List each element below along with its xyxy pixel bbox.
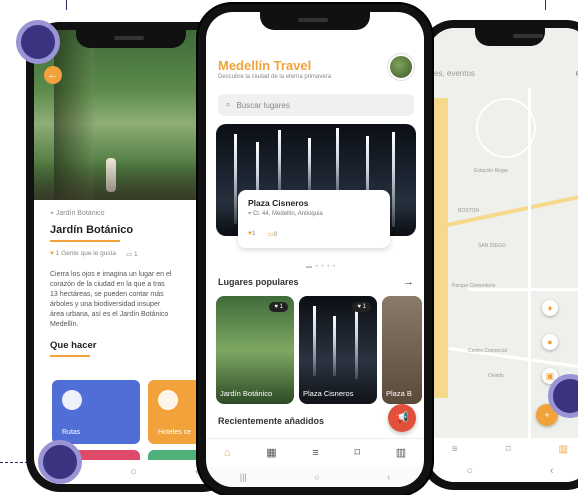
arrow-right-icon[interactable]: → (403, 276, 414, 288)
comments-meta[interactable]: ▭ 1 (126, 250, 138, 258)
mic-icon[interactable]: ♦ (542, 300, 558, 316)
bookmark-icon[interactable]: ⌑ (506, 444, 511, 455)
featured-address-text: Cl. 44, Medellín, Antioquia (253, 211, 323, 217)
app-title: Medellín Travel (218, 58, 312, 73)
light-pole (392, 132, 395, 227)
popular-card[interactable]: Plaza B (382, 296, 422, 404)
system-nav: ○ ‹ (428, 460, 578, 482)
likes-meta[interactable]: ♥ 1 Gente que le gusta (50, 250, 116, 258)
popular-card[interactable]: ♥ 1 Plaza Cisneros (299, 296, 377, 404)
guide-line-top-left (66, 0, 67, 10)
map-search[interactable]: es, eventos ⊕ (428, 62, 578, 84)
back-nav-icon[interactable]: ‹ (550, 465, 554, 477)
guide-line-top-right (545, 0, 546, 10)
likes-meta-text: 1 Gente que le gusta (55, 250, 117, 257)
phone-notch (475, 28, 545, 46)
featured-comments-count: 0 (273, 231, 278, 238)
light-pole (234, 134, 237, 224)
list-icon[interactable]: ≡ (312, 447, 318, 459)
recent-apps-icon[interactable]: ||| (240, 472, 247, 482)
person-figure (106, 158, 116, 192)
light-pole (333, 316, 336, 376)
popular-card-label: Jardín Botánico (220, 389, 273, 398)
featured-comments[interactable]: ▭0 (267, 230, 277, 238)
phone-right: Estación Rogar BOSTON SAN DIEGO Parque C… (420, 20, 578, 490)
map-label: Centro Comercial (468, 348, 507, 354)
search-icon: ⌕ (226, 100, 231, 109)
tile-label: Hoteles ce (158, 429, 192, 436)
light-pole (313, 306, 316, 376)
search-input[interactable]: ⌕ Buscar lugares (218, 94, 414, 116)
grid-icon[interactable]: ▦ (266, 446, 276, 459)
hotspot-dot-top-left[interactable] (16, 20, 60, 64)
place-title: Jardín Botánico (50, 224, 134, 236)
hotel-icon (158, 390, 178, 410)
phone-notch (260, 12, 370, 30)
location-small-text: Jardín Botánico (55, 210, 105, 217)
map-label: Estación Rogar (474, 168, 509, 174)
location-ripple (476, 98, 536, 158)
comments-meta-text: 1 (134, 251, 138, 258)
popular-card-label: Plaza B (386, 389, 412, 398)
heart-icon: ♥ (50, 250, 54, 257)
tile-rutas[interactable]: Rutas (52, 380, 140, 444)
list-icon[interactable]: ≡ (452, 444, 458, 455)
map-label: Parque Cementerio (452, 283, 496, 289)
app-subtitle: Descubre la ciudad de la eterna primaver… (218, 74, 332, 80)
map-label: SAN DIEGO (478, 243, 506, 249)
system-nav: ||| ○ ‹ (206, 467, 424, 487)
recent-title: Recientemente añadidos (218, 416, 325, 426)
place-meta: ♥ 1 Gente que le gusta ▭ 1 (50, 250, 212, 258)
popular-card-label: Plaza Cisneros (303, 389, 354, 398)
featured-address: ⌖ Cl. 44, Medellín, Antioquia (248, 211, 323, 217)
home-circle-icon[interactable]: ○ (130, 466, 137, 478)
map-icon[interactable]: ▥ (559, 444, 568, 455)
map-screen: Estación Rogar BOSTON SAN DIEGO Parque C… (428, 28, 578, 482)
popular-header: Lugares populares → (218, 276, 414, 288)
location-small: ⌖ Jardín Botánico (50, 210, 105, 217)
back-nav-icon[interactable]: ‹ (387, 472, 390, 482)
featured-title: Plaza Cisneros (248, 198, 309, 208)
map-search-text: es, eventos (434, 68, 475, 78)
home-circle-icon[interactable]: ○ (466, 465, 473, 477)
phone-center: Medellín Travel Descubre la ciudad de la… (198, 4, 432, 495)
featured-card[interactable]: Plaza Cisneros ⌖ Cl. 44, Medellín, Antio… (238, 190, 390, 248)
home-icon[interactable]: ⌂ (224, 447, 231, 459)
bottom-nav: ⌂ ▦ ≡ ⌑ ▥ (206, 438, 424, 466)
section-title: Que hacer (50, 340, 97, 351)
search-placeholder: Buscar lugares (236, 100, 290, 110)
avatar[interactable] (388, 54, 414, 80)
comment-icon: ▭ (126, 251, 133, 258)
back-arrow-icon[interactable]: ← (44, 66, 62, 84)
map-icon[interactable]: ▥ (396, 446, 406, 459)
tile-label: Rutas (62, 429, 81, 436)
pin-icon[interactable]: ● (542, 334, 558, 350)
route-icon (62, 390, 82, 410)
map-label: Oviedo (488, 373, 504, 379)
likes-badge-count: 1 (279, 304, 283, 310)
likes-badge-count: 1 (362, 304, 366, 310)
featured-likes[interactable]: ♥1 (248, 230, 255, 238)
hotspot-dot-bottom-left[interactable] (38, 440, 82, 484)
popular-title: Lugares populares (218, 277, 299, 287)
map-bottom-nav: ≡ ⌑ ▥ (428, 438, 578, 460)
home-screen: Medellín Travel Descubre la ciudad de la… (206, 12, 424, 487)
popular-card[interactable]: ♥ 1 Jardín Botánico (216, 296, 294, 404)
section-underline (50, 355, 90, 357)
bookmark-icon[interactable]: ⌑ (354, 446, 360, 459)
featured-likes-count: 1 (251, 230, 256, 237)
likes-badge: ♥ 1 (352, 302, 371, 312)
likes-badge: ♥ 1 (269, 302, 288, 312)
megaphone-icon[interactable]: 📢 (388, 404, 416, 432)
light-pole (308, 138, 311, 198)
featured-meta: ♥1 ▭0 (248, 230, 380, 238)
map-label: BOSTON (458, 208, 480, 214)
phone-notch (76, 30, 186, 48)
home-circle-icon[interactable]: ○ (314, 472, 319, 482)
carousel-pager: ▬ • • • • (306, 264, 337, 270)
title-underline (50, 240, 120, 242)
light-pole (355, 304, 358, 379)
